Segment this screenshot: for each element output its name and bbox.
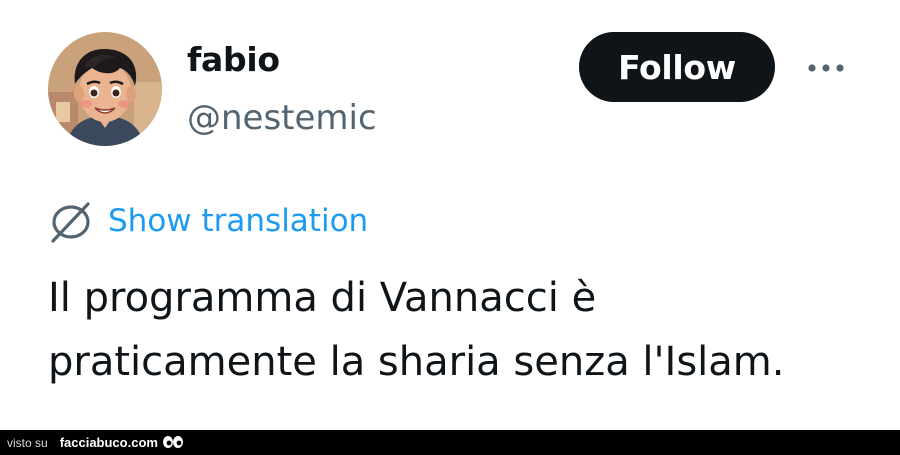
follow-button[interactable]: Follow [579,32,775,102]
author-avatar[interactable] [48,32,162,146]
footer-prefix: visto su [7,435,48,450]
author-display-name[interactable]: fabio [187,38,280,82]
more-horizontal-icon [808,64,844,72]
tweet-text-line: Il programma di Vannacci è [48,275,597,321]
avatar-illustration [48,32,162,146]
show-translation-link[interactable]: Show translation [48,196,368,246]
watermark-footer: visto su facciabuco.com [0,430,900,455]
more-options-button[interactable] [798,48,854,88]
tweet-text-line: praticamente la sharia senza l'Islam. [48,339,785,385]
tweet-text: Il programma di Vannacci è praticamente … [48,266,868,394]
author-handle[interactable]: @nestemic [187,96,377,140]
globe-translate-icon [48,198,94,244]
show-translation-label: Show translation [108,203,369,239]
footer-site-link[interactable]: facciabuco.com [60,435,158,450]
eyes-logo-icon [162,435,184,451]
tweet-card: fabio @nestemic Follow Show translation … [0,0,900,430]
